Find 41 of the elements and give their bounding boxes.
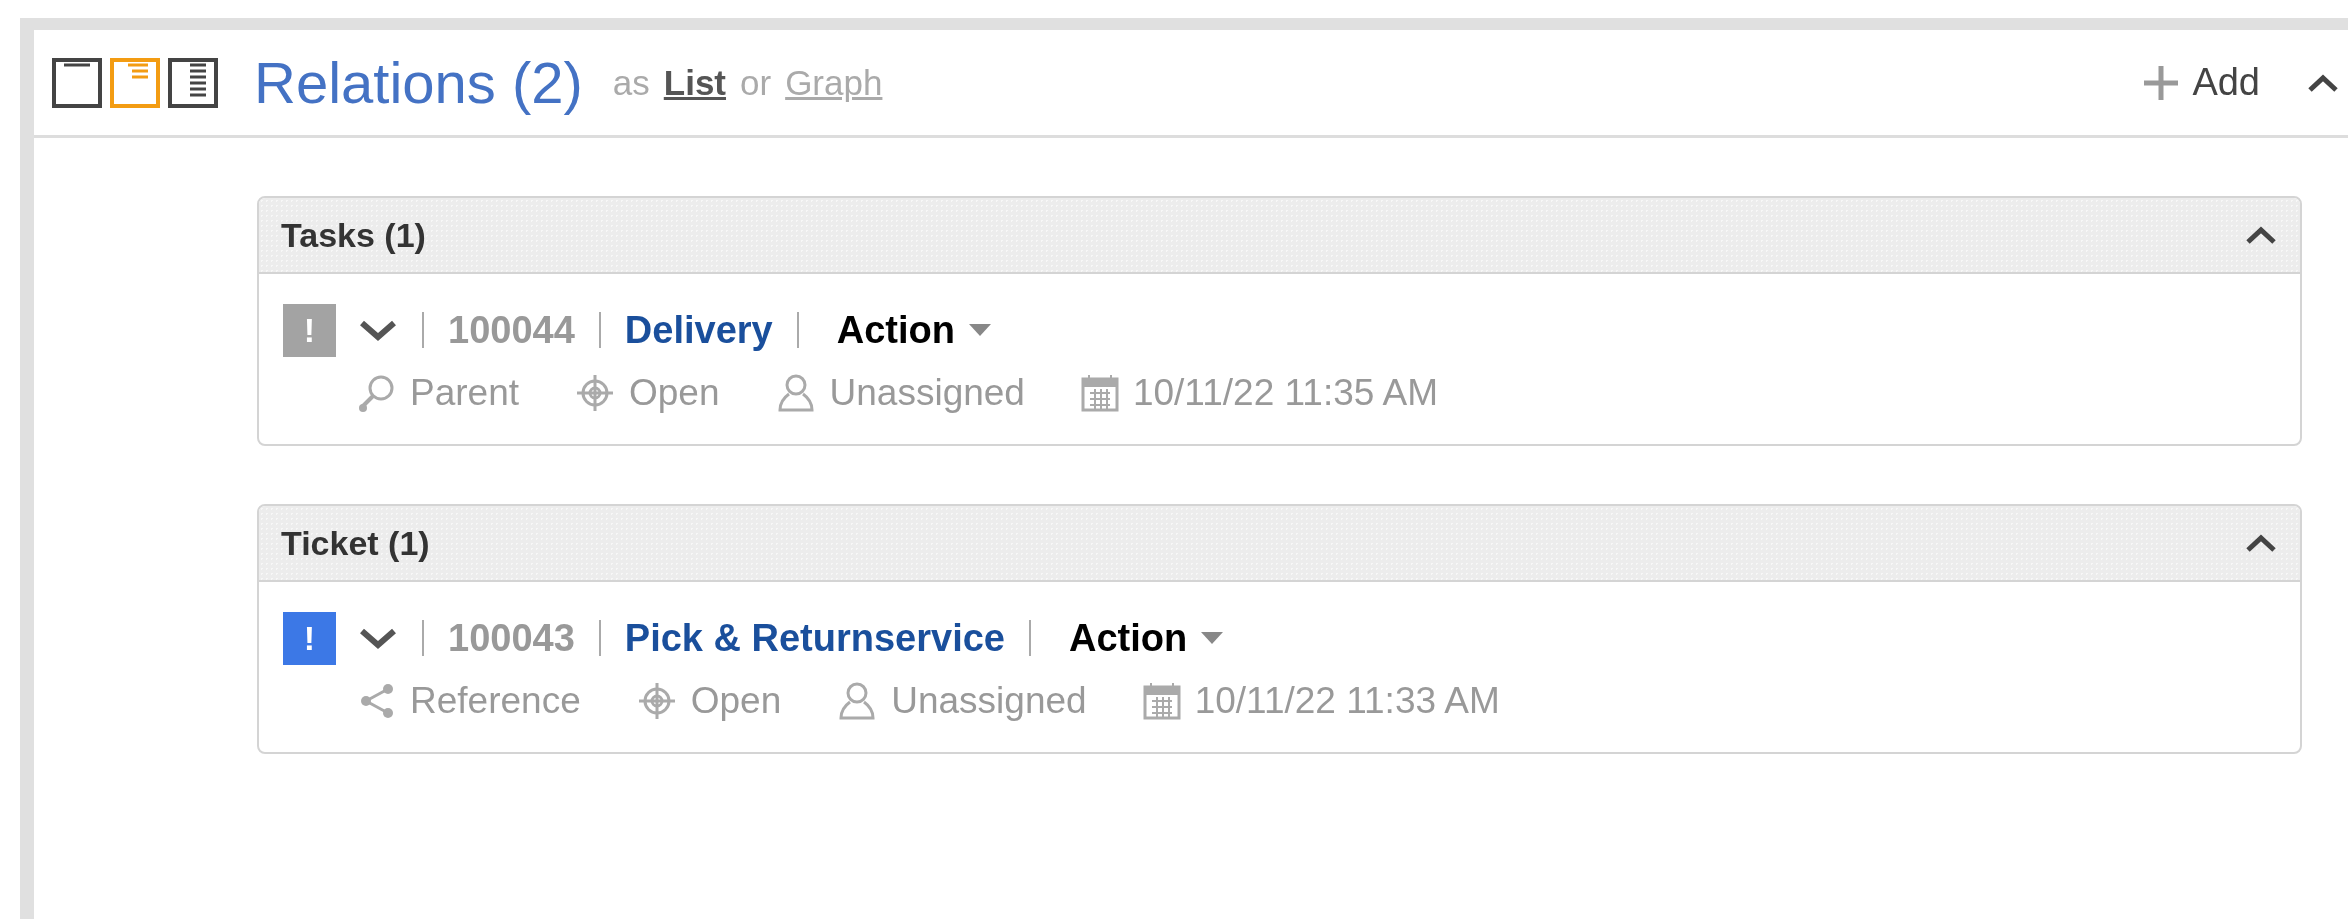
item-link[interactable]: Delivery xyxy=(624,308,773,352)
layout-toggle-icon[interactable] xyxy=(52,57,102,108)
panel-title: Relations (2) xyxy=(254,49,583,116)
priority-badge: ! xyxy=(283,303,336,357)
date-text: 10/11/22 11:35 AM xyxy=(1132,372,1439,414)
action-dropdown[interactable]: Action xyxy=(822,308,991,352)
action-dropdown[interactable]: Action xyxy=(1055,616,1224,660)
item-link[interactable]: Pick & Returnservice xyxy=(624,616,1005,660)
calendar-icon xyxy=(1080,374,1119,412)
date-text: 10/11/22 11:33 AM xyxy=(1194,680,1500,722)
priority-badge: ! xyxy=(283,611,336,665)
view-prefix: as xyxy=(612,62,650,103)
layout-toggle-icon[interactable] xyxy=(110,57,160,108)
collapse-icon[interactable] xyxy=(2246,534,2276,552)
relation-type: Parent xyxy=(410,372,519,414)
add-button[interactable]: Add xyxy=(2144,61,2260,104)
crosshair-icon xyxy=(636,681,677,721)
collapse-icon[interactable] xyxy=(2308,73,2338,92)
caret-icon xyxy=(1201,632,1224,644)
collapse-icon[interactable] xyxy=(2246,226,2276,244)
caret-icon xyxy=(968,324,991,336)
chevron-down-icon[interactable] xyxy=(358,318,398,342)
layout-toggle-icon[interactable] xyxy=(168,57,218,108)
group-title: Ticket (1) xyxy=(281,523,430,563)
group-title: Tasks (1) xyxy=(281,215,426,255)
share-icon xyxy=(358,681,396,721)
crosshair-icon xyxy=(575,373,615,413)
calendar-icon xyxy=(1142,682,1181,720)
status-text: Open xyxy=(629,372,720,414)
item-id: 100044 xyxy=(448,308,575,352)
assignee-text: Unassigned xyxy=(829,372,1025,414)
relation-type: Reference xyxy=(410,680,581,722)
magnifier-icon xyxy=(358,373,396,413)
plus-icon xyxy=(2144,65,2179,100)
view-joiner: or xyxy=(740,62,772,103)
assignee-text: Unassigned xyxy=(891,680,1087,722)
person-icon xyxy=(837,681,878,721)
status-text: Open xyxy=(690,680,782,722)
chevron-down-icon[interactable] xyxy=(358,626,398,650)
view-option-link[interactable]: List xyxy=(663,62,726,103)
item-id: 100043 xyxy=(448,616,575,660)
